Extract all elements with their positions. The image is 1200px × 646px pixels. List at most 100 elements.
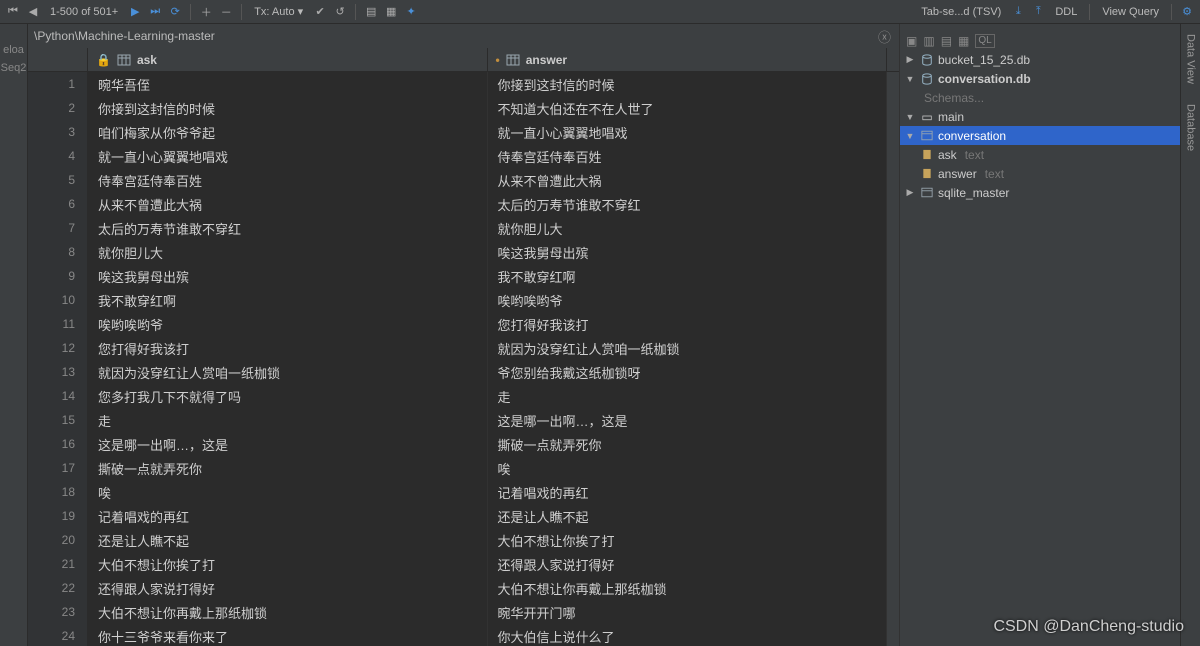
db-node[interactable]: ▶ bucket_15_25.db: [900, 50, 1180, 69]
cell-ask[interactable]: 太后的万寿节谁敢不穿红: [88, 216, 488, 240]
column-node[interactable]: ask text: [900, 145, 1180, 164]
cell-ask[interactable]: 唉哟唉哟爷: [88, 312, 488, 336]
cell-ask[interactable]: 你接到这封信的时候: [88, 96, 488, 120]
table-row[interactable]: 14您多打我几下不就得了吗走: [28, 384, 899, 408]
tx-mode-dropdown[interactable]: Tx: Auto ▾: [248, 5, 309, 18]
cell-answer[interactable]: 记着唱戏的再红: [488, 480, 888, 504]
cell-answer[interactable]: 侍奉宫廷侍奉百姓: [488, 144, 888, 168]
cell-answer[interactable]: 你接到这封信的时候: [488, 72, 888, 96]
table-node[interactable]: ▶ sqlite_master: [900, 183, 1180, 202]
breadcrumb[interactable]: \Python\Machine-Learning-master: [34, 29, 215, 43]
view-query-button[interactable]: View Query: [1096, 6, 1165, 18]
left-nav-item[interactable]: Seq2: [1, 62, 27, 74]
cell-ask[interactable]: 大伯不想让你再戴上那纸枷锁: [88, 600, 488, 624]
table-row[interactable]: 13就因为没穿红让人赏咱一纸枷锁爷您别给我戴这纸枷锁呀: [28, 360, 899, 384]
pin-icon[interactable]: ✦: [402, 3, 420, 21]
cell-answer[interactable]: 大伯不想让你再戴上那纸枷锁: [488, 576, 888, 600]
cell-answer[interactable]: 唉这我舅母出殡: [488, 240, 888, 264]
add-row-icon[interactable]: ＋: [197, 3, 215, 21]
close-icon[interactable]: ⓧ: [878, 27, 891, 46]
remove-row-icon[interactable]: －: [217, 3, 235, 21]
table-row[interactable]: 19记着唱戏的再红还是让人瞧不起: [28, 504, 899, 528]
collapse-icon[interactable]: ▣: [906, 34, 917, 48]
cell-ask[interactable]: 从来不曾遭此大祸: [88, 192, 488, 216]
column-header-answer[interactable]: • answer: [488, 48, 888, 71]
cell-answer[interactable]: 就一直小心翼翼地唱戏: [488, 120, 888, 144]
table-row[interactable]: 17撕破一点就弄死你唉: [28, 456, 899, 480]
prev-page-icon[interactable]: ◀: [24, 3, 42, 21]
cell-answer[interactable]: 就因为没穿红让人赏咱一纸枷锁: [488, 336, 888, 360]
cell-ask[interactable]: 晼华吾侄: [88, 72, 488, 96]
cell-answer[interactable]: 走: [488, 384, 888, 408]
cell-ask[interactable]: 这是哪一出啊…，这是: [88, 432, 488, 456]
cell-answer[interactable]: 你大伯信上说什么了: [488, 624, 888, 646]
cell-answer[interactable]: 就你胆儿大: [488, 216, 888, 240]
cell-ask[interactable]: 唉这我舅母出殡: [88, 264, 488, 288]
table-row[interactable]: 9唉这我舅母出殡我不敢穿红啊: [28, 264, 899, 288]
db-node[interactable]: ▼ conversation.db: [900, 69, 1180, 88]
cell-ask[interactable]: 我不敢穿红啊: [88, 288, 488, 312]
table-row[interactable]: 3咱们梅家从你爷爷起就一直小心翼翼地唱戏: [28, 120, 899, 144]
cell-ask[interactable]: 就一直小心翼翼地唱戏: [88, 144, 488, 168]
cell-ask[interactable]: 就你胆儿大: [88, 240, 488, 264]
cell-answer[interactable]: 还得跟人家说打得好: [488, 552, 888, 576]
cell-ask[interactable]: 咱们梅家从你爷爷起: [88, 120, 488, 144]
cell-answer[interactable]: 唉哟唉哟爷: [488, 288, 888, 312]
filter-tree-icon[interactable]: ▤: [941, 34, 952, 48]
cell-ask[interactable]: 记着唱戏的再红: [88, 504, 488, 528]
cell-ask[interactable]: 走: [88, 408, 488, 432]
column-node[interactable]: answer text: [900, 164, 1180, 183]
table-row[interactable]: 21大伯不想让你挨了打还得跟人家说打得好: [28, 552, 899, 576]
cell-ask[interactable]: 还得跟人家说打得好: [88, 576, 488, 600]
table-row[interactable]: 12您打得好我该打就因为没穿红让人赏咱一纸枷锁: [28, 336, 899, 360]
first-page-icon[interactable]: ⏮: [4, 3, 22, 21]
column-header-ask[interactable]: 🔒 ask: [88, 48, 488, 71]
cell-answer[interactable]: 我不敢穿红啊: [488, 264, 888, 288]
table-row[interactable]: 8就你胆儿大唉这我舅母出殡: [28, 240, 899, 264]
cell-answer[interactable]: 这是哪一出啊…，这是: [488, 408, 888, 432]
cell-answer[interactable]: 您打得好我该打: [488, 312, 888, 336]
export-icon[interactable]: ⤓: [1009, 3, 1027, 21]
expand-icon[interactable]: ▥: [923, 34, 934, 48]
cell-ask[interactable]: 还是让人瞧不起: [88, 528, 488, 552]
rollback-icon[interactable]: ↺: [331, 3, 349, 21]
filter-icon[interactable]: ▤: [362, 3, 380, 21]
cell-answer[interactable]: 爷您别给我戴这纸枷锁呀: [488, 360, 888, 384]
tab-data-view[interactable]: Data View: [1183, 24, 1199, 94]
table-row[interactable]: 18唉记着唱戏的再红: [28, 480, 899, 504]
table-row[interactable]: 20还是让人瞧不起大伯不想让你挨了打: [28, 528, 899, 552]
table-node-conversation[interactable]: ▼ conversation: [900, 126, 1180, 145]
cell-answer[interactable]: 太后的万寿节谁敢不穿红: [488, 192, 888, 216]
cell-ask[interactable]: 撕破一点就弄死你: [88, 456, 488, 480]
cell-answer[interactable]: 撕破一点就弄死你: [488, 432, 888, 456]
table-row[interactable]: 10我不敢穿红啊唉哟唉哟爷: [28, 288, 899, 312]
cell-ask[interactable]: 您打得好我该打: [88, 336, 488, 360]
schemas-node[interactable]: Schemas...: [900, 88, 1180, 107]
separator-mode[interactable]: Tab-se...d (TSV): [915, 6, 1007, 18]
cell-ask[interactable]: 侍奉宫廷侍奉百姓: [88, 168, 488, 192]
table-row[interactable]: 15走这是哪一出啊…，这是: [28, 408, 899, 432]
ddl-button[interactable]: DDL: [1049, 6, 1083, 18]
sql-icon[interactable]: QL: [975, 34, 994, 48]
cell-answer[interactable]: 晼华开开门哪: [488, 600, 888, 624]
import-icon[interactable]: ⤒: [1029, 3, 1047, 21]
cell-ask[interactable]: 就因为没穿红让人赏咱一纸枷锁: [88, 360, 488, 384]
refresh-icon[interactable]: ⟳: [166, 3, 184, 21]
table-row[interactable]: 5侍奉宫廷侍奉百姓从来不曾遭此大祸: [28, 168, 899, 192]
settings-icon[interactable]: ⚙: [1178, 3, 1196, 21]
cell-ask[interactable]: 你十三爷爷来看你来了: [88, 624, 488, 646]
next-page-icon[interactable]: ▶: [126, 3, 144, 21]
commit-icon[interactable]: ✔: [311, 3, 329, 21]
table-row[interactable]: 16这是哪一出啊…，这是撕破一点就弄死你: [28, 432, 899, 456]
table-row[interactable]: 1晼华吾侄你接到这封信的时候: [28, 72, 899, 96]
cell-answer[interactable]: 还是让人瞧不起: [488, 504, 888, 528]
table-row[interactable]: 22还得跟人家说打得好大伯不想让你再戴上那纸枷锁: [28, 576, 899, 600]
schema-node[interactable]: ▼ ▭ main: [900, 107, 1180, 126]
table-row[interactable]: 24你十三爷爷来看你来了你大伯信上说什么了: [28, 624, 899, 646]
table-row[interactable]: 11唉哟唉哟爷您打得好我该打: [28, 312, 899, 336]
tab-database[interactable]: Database: [1183, 94, 1199, 161]
left-nav-item[interactable]: eloa: [3, 44, 24, 56]
table-row[interactable]: 2你接到这封信的时候不知道大伯还在不在人世了: [28, 96, 899, 120]
table-row[interactable]: 23大伯不想让你再戴上那纸枷锁晼华开开门哪: [28, 600, 899, 624]
table-row[interactable]: 7太后的万寿节谁敢不穿红就你胆儿大: [28, 216, 899, 240]
